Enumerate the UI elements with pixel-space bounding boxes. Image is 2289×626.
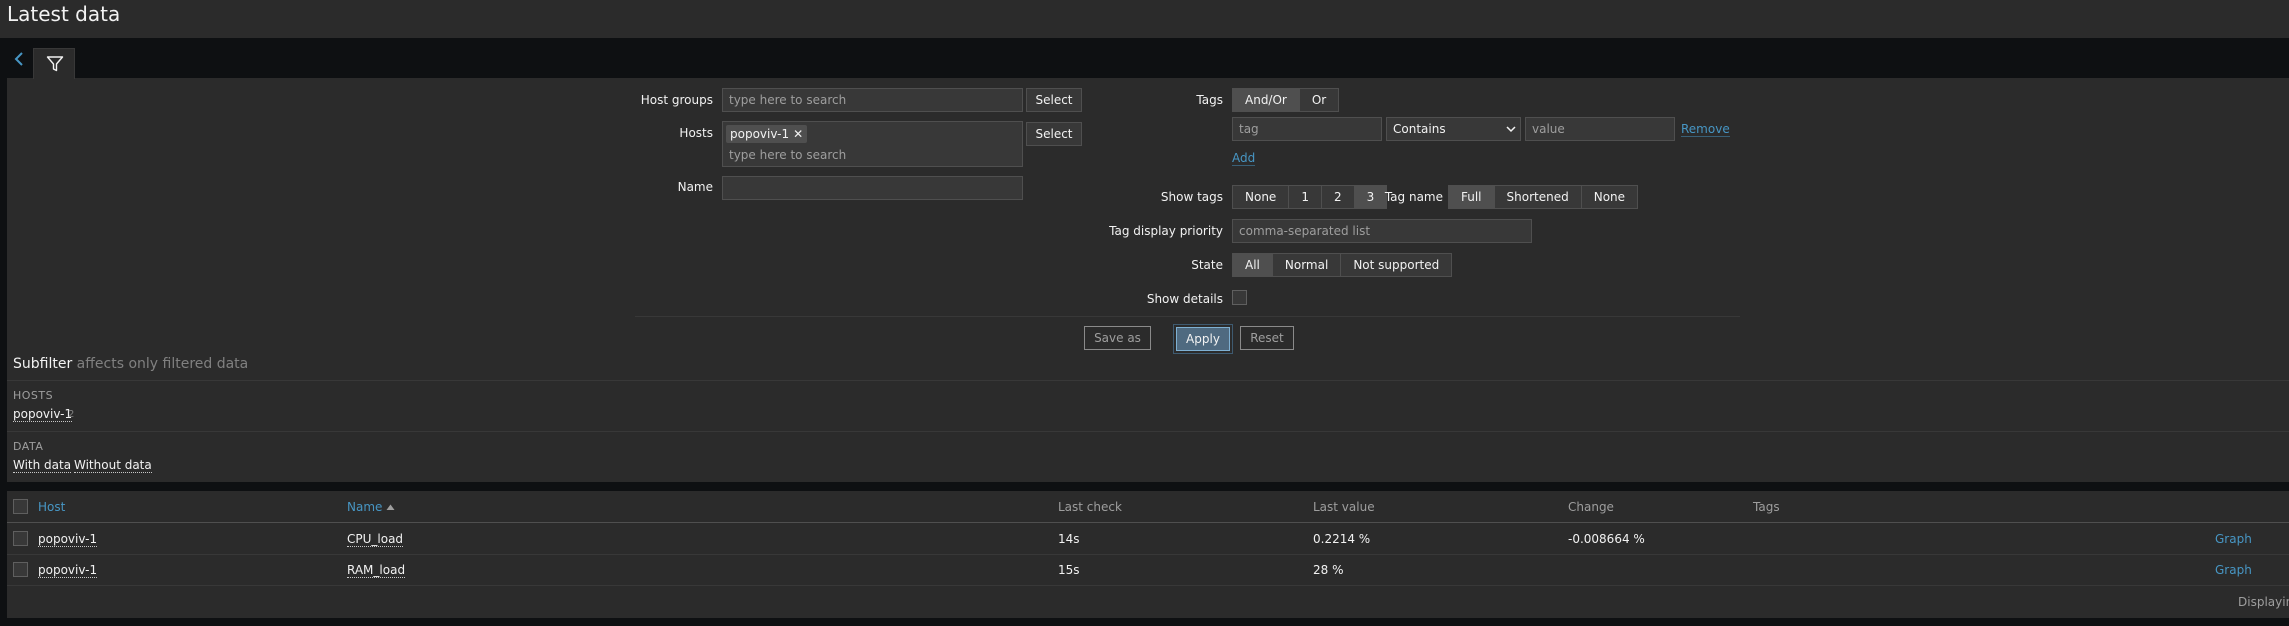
host-chip-label: popoviv-1: [730, 127, 790, 141]
bottom-bar: [7, 618, 2289, 626]
row-host[interactable]: popoviv-1: [38, 563, 98, 578]
hosts-input[interactable]: popoviv-1 ✕ type here to search: [722, 121, 1023, 167]
sort-up-icon: [386, 500, 395, 514]
column-last-check: Last check: [1058, 500, 1122, 514]
tag-name-toggle: Full Shortened None: [1448, 185, 1639, 209]
tag-operator-value: Contains: [1393, 122, 1446, 136]
tag-name-shortened[interactable]: Shortened: [1494, 186, 1582, 208]
tags-label: Tags: [1196, 93, 1223, 107]
tags-andor-option[interactable]: And/Or: [1233, 89, 1300, 111]
column-name[interactable]: Name: [347, 500, 395, 514]
subfilter-without-data-link[interactable]: Without data: [74, 458, 152, 473]
name-label: Name: [677, 180, 713, 194]
show-tags-label: Show tags: [1160, 190, 1223, 204]
close-icon[interactable]: ✕: [793, 127, 803, 141]
subfilter-host-link[interactable]: popoviv-1: [13, 407, 73, 422]
tag-name-full[interactable]: Full: [1449, 186, 1495, 208]
apply-button[interactable]: Apply: [1176, 327, 1230, 351]
row-name[interactable]: CPU_load: [347, 532, 404, 547]
subfilter-with-data-link[interactable]: With data: [13, 458, 72, 473]
chevron-left-icon[interactable]: [10, 49, 30, 69]
subfilter-divider-1: [7, 380, 2289, 381]
subfilter-hosts-heading: HOSTS: [13, 389, 54, 402]
host-groups-select-button[interactable]: Select: [1026, 88, 1082, 112]
subfilter-data-heading: DATA: [13, 440, 44, 453]
host-groups-input[interactable]: type here to search: [722, 88, 1023, 112]
row-last-check: 14s: [1058, 532, 1080, 546]
subfilter-title-text: Subfilter: [13, 356, 73, 372]
tags-or-option[interactable]: Or: [1299, 89, 1339, 111]
subfilter-title: Subfilter affects only filtered data: [13, 356, 248, 372]
filter-tab-bar: [0, 38, 2289, 79]
column-change: Change: [1568, 500, 1614, 514]
state-normal[interactable]: Normal: [1272, 254, 1342, 276]
tag-name-label: Tag name: [1384, 190, 1443, 204]
tag-operator-select[interactable]: Contains: [1386, 117, 1521, 141]
host-chip: popoviv-1 ✕: [726, 125, 808, 143]
hosts-select-button[interactable]: Select: [1026, 122, 1082, 146]
hosts-label: Hosts: [679, 126, 713, 140]
filter-divider: [635, 316, 1740, 317]
reset-button[interactable]: Reset: [1240, 326, 1294, 350]
state-label: State: [1191, 258, 1223, 272]
tags-andor-toggle: And/Or Or: [1232, 88, 1340, 112]
host-groups-label: Host groups: [640, 93, 713, 107]
row-last-check: 15s: [1058, 563, 1080, 577]
show-details-label: Show details: [1146, 292, 1223, 306]
column-last-value: Last value: [1313, 500, 1375, 514]
row-checkbox[interactable]: [13, 562, 28, 577]
subfilter-note: affects only filtered data: [76, 356, 249, 372]
show-tags-none[interactable]: None: [1233, 186, 1290, 208]
save-as-button[interactable]: Save as: [1084, 326, 1151, 350]
row-graph-link[interactable]: Graph: [2215, 532, 2252, 546]
tag-remove-link[interactable]: Remove: [1681, 122, 1730, 137]
row-change: -0.008664 %: [1568, 532, 1645, 546]
row-divider: [7, 585, 2289, 586]
row-checkbox[interactable]: [13, 531, 28, 546]
select-all-checkbox[interactable]: [13, 499, 28, 514]
table-separator: [7, 482, 2289, 491]
page-title: Latest data: [7, 2, 121, 26]
left-edge: [0, 78, 7, 626]
tag-priority-input[interactable]: comma-separated list: [1232, 219, 1532, 243]
column-name-label: Name: [347, 500, 383, 514]
subfilter-host-count: 2: [68, 409, 75, 420]
chevron-down-icon: [1506, 118, 1516, 147]
row-host[interactable]: popoviv-1: [38, 532, 98, 547]
state-all[interactable]: All: [1233, 254, 1273, 276]
header-divider: [7, 522, 2289, 523]
tag-add-link[interactable]: Add: [1232, 151, 1256, 166]
column-tags: Tags: [1753, 500, 1780, 514]
row-divider: [7, 554, 2289, 555]
filter-tab[interactable]: [33, 48, 75, 79]
tag-value-input[interactable]: value: [1525, 117, 1675, 141]
hosts-search-placeholder: type here to search: [729, 148, 847, 162]
row-last-value: 0.2214 %: [1313, 532, 1371, 546]
show-tags-1[interactable]: 1: [1289, 186, 1322, 208]
row-graph-link[interactable]: Graph: [2215, 563, 2252, 577]
show-details-checkbox[interactable]: [1232, 290, 1247, 305]
tag-priority-label: Tag display priority: [1109, 224, 1223, 238]
name-input[interactable]: [722, 176, 1023, 200]
state-toggle: All Normal Not supported: [1232, 253, 1453, 277]
table-footer-count: Displaying: [2238, 595, 2289, 609]
tag-name-none[interactable]: None: [1581, 186, 1638, 208]
row-name[interactable]: RAM_load: [347, 563, 406, 578]
subfilter-divider-2: [7, 431, 2289, 432]
tag-input[interactable]: tag: [1232, 117, 1382, 141]
row-last-value: 28 %: [1313, 563, 1344, 577]
state-not-supported[interactable]: Not supported: [1341, 254, 1452, 276]
column-host[interactable]: Host: [38, 500, 65, 514]
